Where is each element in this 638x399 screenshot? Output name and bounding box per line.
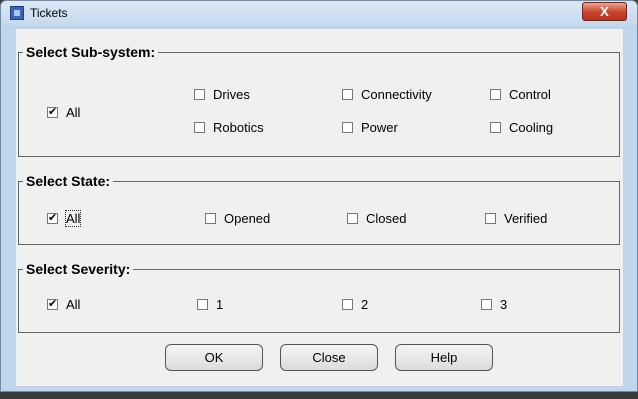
severity-all-checkbox[interactable]: All xyxy=(47,297,80,312)
severity-group: Select Severity: xyxy=(18,261,620,333)
close-window-button[interactable]: X xyxy=(582,2,627,21)
checkbox-box xyxy=(197,299,208,310)
checkbox-label: Verified xyxy=(504,211,548,226)
subsystem-robotics-checkbox[interactable]: Robotics xyxy=(194,120,264,135)
checkbox-box xyxy=(490,122,501,133)
checkbox-box xyxy=(490,89,501,100)
subsystem-power-checkbox[interactable]: Power xyxy=(342,120,398,135)
checkbox-label: All xyxy=(64,210,82,227)
window-title: Tickets xyxy=(30,6,68,20)
ok-button[interactable]: OK xyxy=(165,344,263,371)
checkbox-label: Drives xyxy=(213,87,250,102)
checkbox-box xyxy=(47,211,58,224)
severity-1-checkbox[interactable]: 1 xyxy=(197,297,223,312)
checkbox-label: All xyxy=(66,297,81,312)
checkbox-label: Closed xyxy=(366,211,407,226)
checkbox-box xyxy=(485,213,496,224)
subsystem-control-checkbox[interactable]: Control xyxy=(490,87,551,102)
checkbox-box xyxy=(481,299,492,310)
checkbox-box xyxy=(342,122,353,133)
help-button[interactable]: Help xyxy=(395,344,493,371)
state-verified-checkbox[interactable]: Verified xyxy=(485,211,547,226)
checkbox-label: Power xyxy=(361,120,398,135)
checkbox-box xyxy=(194,89,205,100)
checkbox-box xyxy=(342,89,353,100)
close-button[interactable]: Close xyxy=(280,344,378,371)
checkbox-box xyxy=(347,213,358,224)
checkbox-box xyxy=(47,297,58,310)
checkbox-label: Control xyxy=(509,87,551,102)
subsystem-cooling-checkbox[interactable]: Cooling xyxy=(490,120,553,135)
title-bar[interactable]: Tickets X xyxy=(1,1,637,25)
subsystem-all-checkbox[interactable]: All xyxy=(47,105,80,120)
severity-2-checkbox[interactable]: 2 xyxy=(342,297,368,312)
checkbox-box xyxy=(205,213,216,224)
severity-3-checkbox[interactable]: 3 xyxy=(481,297,507,312)
state-opened-checkbox[interactable]: Opened xyxy=(205,211,270,226)
checkbox-label: Connectivity xyxy=(361,87,432,102)
checkbox-label: Robotics xyxy=(213,120,264,135)
checkbox-label: Opened xyxy=(224,211,271,226)
checkbox-box xyxy=(194,122,205,133)
state-legend: Select State: xyxy=(23,173,114,189)
checkbox-label: Cooling xyxy=(509,120,554,135)
checkbox-label: 3 xyxy=(500,297,508,312)
checkbox-box xyxy=(342,299,353,310)
state-closed-checkbox[interactable]: Closed xyxy=(347,211,406,226)
subsystem-drives-checkbox[interactable]: Drives xyxy=(194,87,250,102)
subsystem-group: Select Sub-system: xyxy=(18,44,620,157)
checkbox-label: All xyxy=(66,105,81,120)
checkbox-box xyxy=(47,105,58,118)
state-all-checkbox[interactable]: All xyxy=(47,210,82,227)
subsystem-connectivity-checkbox[interactable]: Connectivity xyxy=(342,87,432,102)
checkbox-label: 2 xyxy=(361,297,369,312)
app-icon xyxy=(10,6,24,20)
severity-legend: Select Severity: xyxy=(23,261,134,277)
subsystem-legend: Select Sub-system: xyxy=(23,44,159,60)
checkbox-label: 1 xyxy=(216,297,224,312)
